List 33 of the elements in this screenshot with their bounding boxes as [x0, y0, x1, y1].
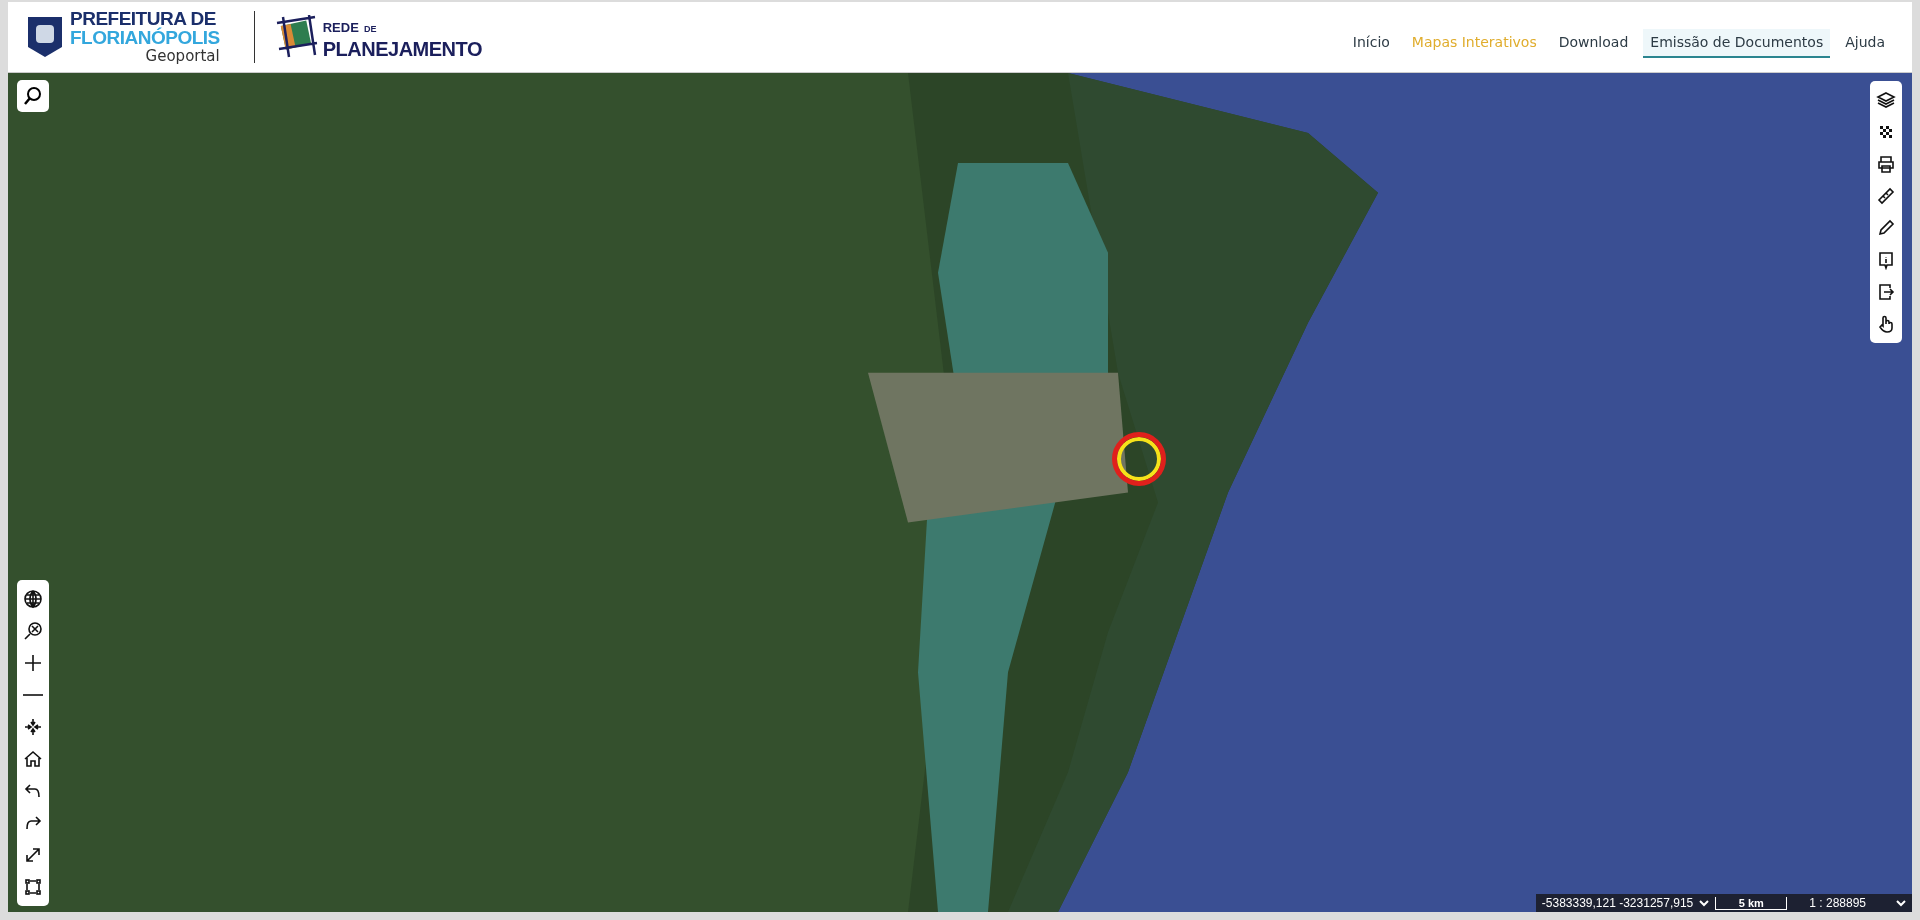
search-icon: [23, 86, 43, 106]
fullscreen-icon: [23, 877, 43, 897]
nav-link[interactable]: Emissão de Documentos: [1643, 29, 1831, 58]
arrows-inward-icon: [23, 717, 43, 737]
zoom-extent-icon: [23, 621, 43, 641]
chevron-down-icon: [1699, 899, 1710, 907]
logo-title: FLORIANÓPOLIS: [70, 28, 220, 47]
logo-text: PLANEJAMENTO: [322, 39, 482, 59]
location-marker: [1112, 432, 1166, 486]
coordinates-readout: -5383339,121 -3231257,915: [1541, 896, 1694, 910]
logo-title: PREFEITURA DE: [70, 9, 216, 28]
scale-bar: 5 km: [1715, 896, 1788, 910]
pencil-icon: [1876, 218, 1896, 238]
diagonal-arrows-icon: [23, 845, 43, 865]
home-icon: [23, 749, 43, 769]
ruler-icon: [1876, 186, 1896, 206]
logo-text: DE: [363, 24, 377, 34]
nav-link[interactable]: Download: [1551, 29, 1636, 58]
coat-of-arms-icon: [28, 17, 62, 57]
grid-frame-logo-icon: [274, 15, 319, 59]
print-icon: [1876, 154, 1896, 174]
info-icon: [1876, 250, 1896, 270]
export-icon: [1876, 282, 1896, 302]
globe-icon: [23, 589, 43, 609]
chevron-down-icon: [1896, 899, 1906, 907]
hand-pointer-icon: [1876, 314, 1896, 334]
logo-subtitle: Geoportal: [144, 47, 220, 65]
scale-ratio: 1 : 288895: [1809, 896, 1866, 910]
logo-text: REDE: [322, 20, 359, 35]
nav-link[interactable]: Início: [1345, 29, 1397, 58]
nav-link[interactable]: Ajuda: [1838, 29, 1892, 58]
layers-icon: [1876, 90, 1896, 110]
zoom-in-icon: [23, 653, 43, 673]
